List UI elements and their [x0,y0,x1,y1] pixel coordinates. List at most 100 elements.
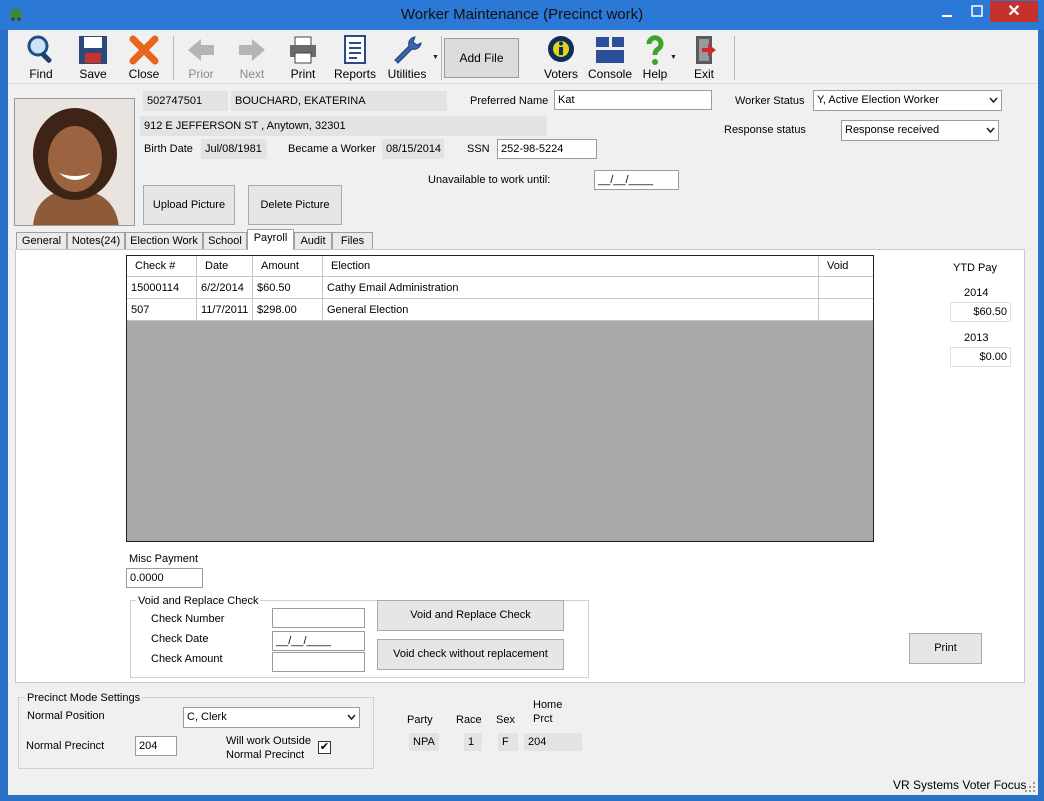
tab-files[interactable]: Files [332,232,373,249]
check-date-label: Check Date [151,633,209,645]
preferred-name-label: Preferred Name [470,95,549,107]
window-title: Worker Maintenance (Precinct work) [400,6,644,23]
floppy-disk-icon [79,36,107,64]
utilities-button[interactable]: Utilities [382,32,432,84]
home-prct-field: 204 [524,733,582,751]
toolbar-separator [734,36,735,80]
print-toolbar-button[interactable]: Print [278,32,328,84]
cell-check: 15000114 [127,277,197,299]
check-number-label: Check Number [151,613,225,625]
cell-amount: $298.00 [253,299,323,321]
delete-picture-button[interactable]: Delete Picture [248,185,342,225]
worker-name-field: BOUCHARD, EKATERINA [231,91,447,111]
misc-payment-field[interactable]: 0.0000 [126,568,203,588]
tab-payroll[interactable]: Payroll [247,229,294,250]
void-and-replace-button[interactable]: Void and Replace Check [377,600,564,631]
cell-void[interactable] [819,277,873,299]
normal-precinct-label: Normal Precinct [26,740,105,752]
tab-audit[interactable]: Audit [294,232,332,249]
payroll-print-button[interactable]: Print [909,633,982,664]
work-outside-label-line2: Normal Precinct [226,749,305,761]
reports-button[interactable]: Reports [330,32,380,84]
exit-button[interactable]: Exit [679,32,729,84]
birth-date-label: Birth Date [144,143,193,155]
tab-general[interactable]: General [16,232,67,249]
status-bar-text: VR Systems Voter Focus [893,778,1027,792]
toolbar-separator [441,36,442,80]
worker-id-field: 502747501 [143,91,228,111]
maximize-button[interactable] [962,1,992,22]
column-header-election[interactable]: Election [323,256,819,277]
cell-election: General Election [323,299,819,321]
race-label: Race [456,714,482,726]
worker-status-label: Worker Status [735,95,805,107]
arrow-left-icon [188,39,214,61]
check-amount-field[interactable] [272,652,365,672]
void-without-replacement-button[interactable]: Void check without replacement [377,639,564,670]
upload-picture-button[interactable]: Upload Picture [143,185,235,225]
unavailable-date-field[interactable]: __/__/____ [594,170,679,190]
printer-icon [290,36,316,64]
work-outside-label: Will work Outside [226,735,311,747]
payroll-grid[interactable]: Check # Date Amount Election Void 150001… [126,255,874,542]
close-window-button[interactable]: ✕ [990,1,1038,22]
ssn-field[interactable]: 252-98-5224 [497,139,597,159]
check-amount-label: Check Amount [151,653,223,665]
tab-school[interactable]: School [203,232,247,249]
normal-precinct-field[interactable]: 204 [135,736,177,756]
race-field: 1 [464,733,482,751]
next-button[interactable]: Next [227,32,277,84]
exit-door-icon [696,36,716,64]
ytd-pay-label: YTD Pay [953,262,998,274]
cell-check: 507 [127,299,197,321]
worker-address-field: 912 E JEFFERSON ST , Anytown, 32301 [140,116,547,136]
help-dropdown-arrow-icon[interactable]: ▼ [670,54,677,61]
work-outside-checkbox[interactable]: ✔ [318,741,331,754]
normal-position-label: Normal Position [27,710,105,722]
check-date-field[interactable]: __/__/____ [272,631,365,651]
status-bar: VR Systems Voter Focus [8,775,1038,795]
utilities-dropdown-arrow-icon[interactable]: ▼ [432,54,439,61]
cell-void[interactable] [819,299,873,321]
cell-date: 6/2/2014 [197,277,253,299]
column-header-check[interactable]: Check # [127,256,197,277]
close-button[interactable]: Close [119,32,169,84]
became-worker-label: Became a Worker [288,143,376,155]
worker-status-select[interactable]: Y, Active Election Worker [813,90,1002,111]
chevron-down-icon [989,97,998,103]
became-worker-field: 08/15/2014 [382,139,444,159]
preferred-name-field[interactable]: Kat [554,90,712,110]
chevron-down-icon [986,127,995,133]
save-button[interactable]: Save [68,32,118,84]
question-mark-icon [646,35,664,65]
column-header-void[interactable]: Void [819,256,873,277]
party-label: Party [407,714,433,726]
home-prct-label-line2: Prct [533,713,553,725]
wrench-icon [394,36,422,64]
add-file-button[interactable]: Add File [444,38,519,78]
unavailable-label: Unavailable to work until: [428,174,551,186]
column-header-amount[interactable]: Amount [253,256,323,277]
normal-position-select[interactable]: C, Clerk [183,707,360,728]
info-badge-icon [548,36,574,62]
ssn-label: SSN [467,143,490,155]
ytd-year-2013: 2013 [964,332,989,344]
sex-field: F [498,733,518,751]
resize-grip-icon[interactable] [1024,781,1036,793]
ytd-amount-2013: $0.00 [950,347,1011,367]
arrow-right-icon [239,39,265,61]
find-button[interactable]: Find [16,32,66,84]
tab-notes[interactable]: Notes(24) [67,232,125,249]
misc-payment-label: Misc Payment [129,553,199,565]
minimize-button[interactable] [932,1,962,22]
worker-photo [14,98,135,226]
prior-button[interactable]: Prior [176,32,226,84]
void-replace-group-title: Void and Replace Check [136,595,261,607]
red-x-icon [129,35,159,65]
ytd-amount-2014: $60.50 [950,302,1011,322]
response-status-select[interactable]: Response received [841,120,999,141]
report-document-icon [344,35,366,64]
column-header-date[interactable]: Date [197,256,253,277]
check-number-field[interactable] [272,608,365,628]
tab-election-work[interactable]: Election Work [125,232,203,249]
